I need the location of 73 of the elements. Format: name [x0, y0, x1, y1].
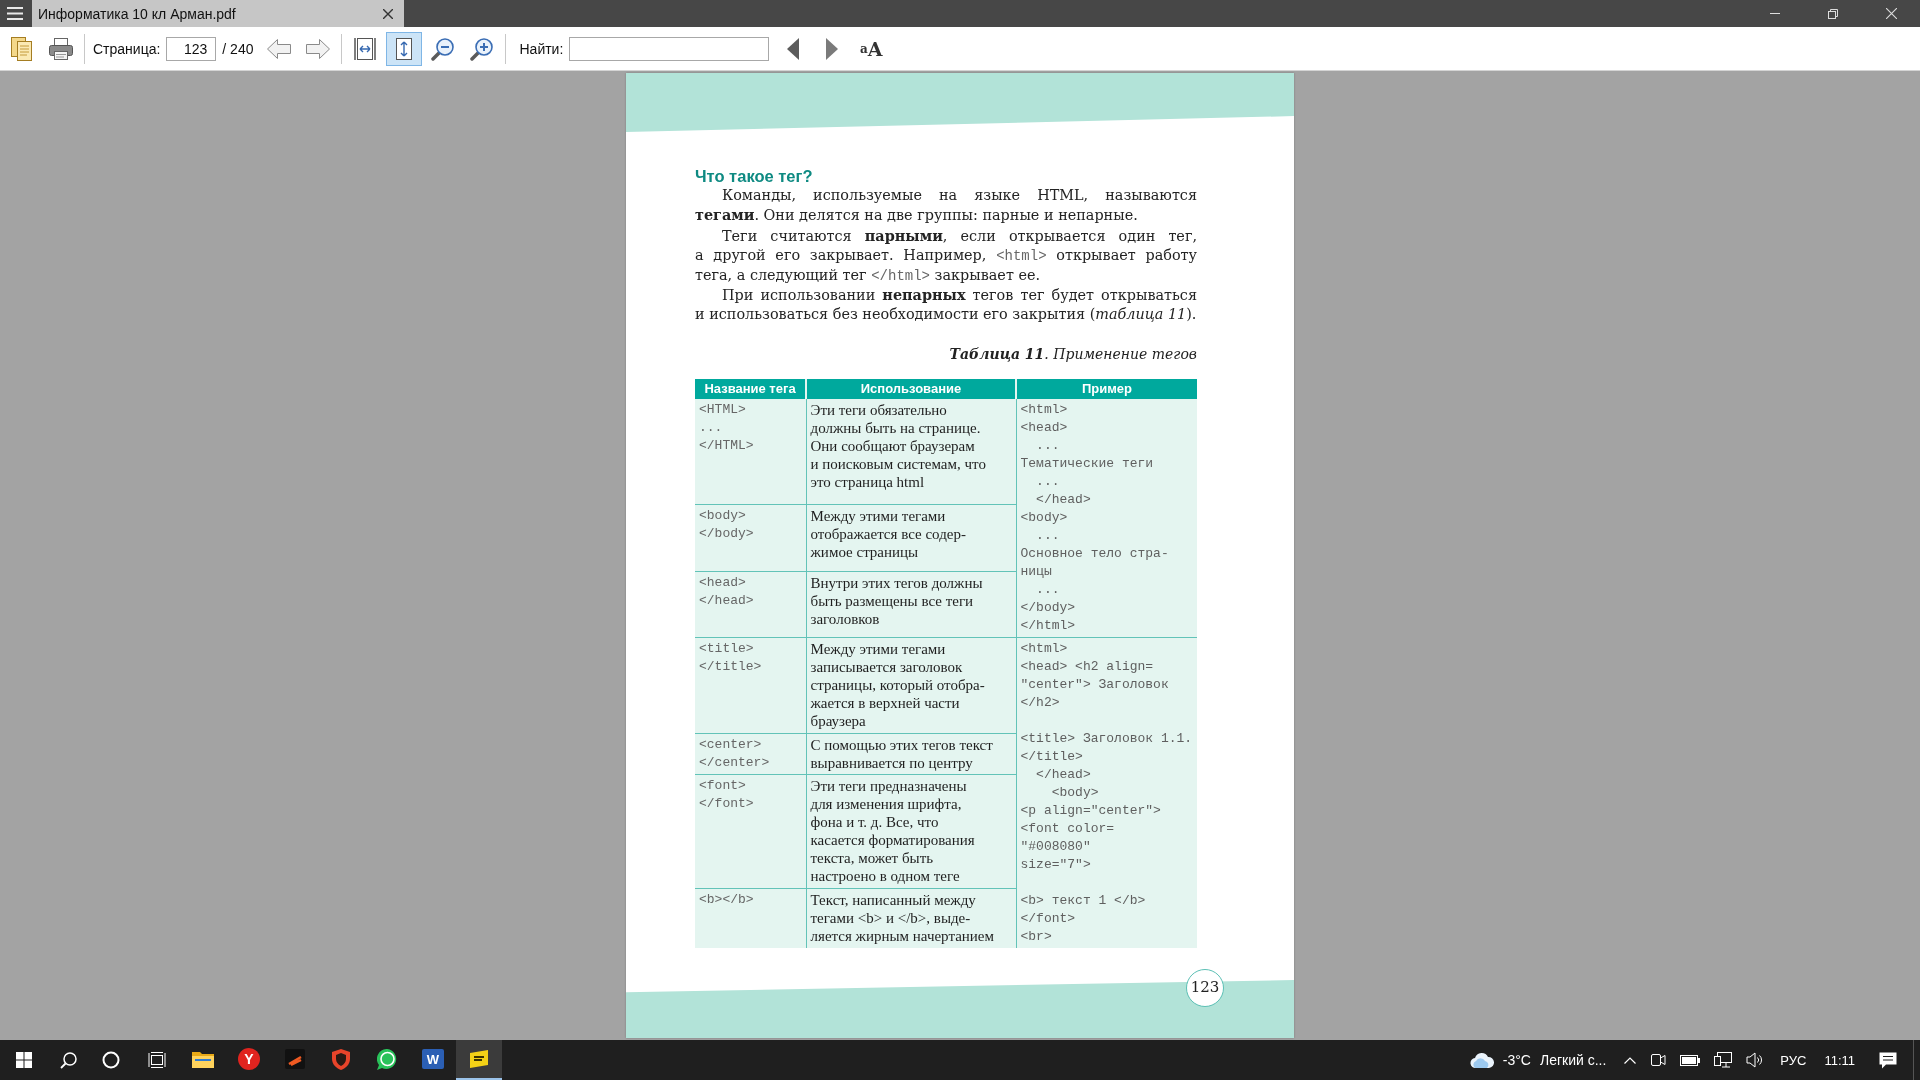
chevron-up-icon[interactable] [1624, 1056, 1637, 1064]
clock-text[interactable]: 11:11 [1824, 1052, 1855, 1068]
page-number: 123 [1186, 969, 1224, 1007]
battery-icon[interactable] [1680, 1054, 1701, 1066]
section-heading: Что такое тег? [695, 166, 814, 186]
example-cell: <html> <head> ... Тематические теги ... </head> <body> ... Основное тело стра- ницы ... </body> </html> [1016, 398, 1197, 638]
letter-logo: Y [238, 1048, 260, 1070]
start-icon [16, 1052, 32, 1068]
close-icon [383, 8, 393, 19]
tag-cell: <b></b> [695, 888, 806, 948]
paragraph: Команды, используемые на языке HTML, называются тегами. Они делятся на две группы: парные и непарные. [695, 186, 1197, 226]
folder-icon [192, 1050, 214, 1068]
zoom-out-icon [431, 36, 456, 61]
letter-logo: W [422, 1049, 444, 1069]
taskbar-app-button[interactable]: W [410, 1040, 456, 1080]
minimize-icon [1770, 13, 1780, 14]
usage-cell: Внутри этих тегов должны быть размещены все теги заголовков [806, 571, 1016, 638]
close-icon [1885, 8, 1897, 19]
speaker-icon[interactable] [1746, 1052, 1764, 1068]
language-indicator[interactable]: РУС [1780, 1052, 1807, 1068]
network-icon[interactable] [1714, 1052, 1733, 1068]
view-mode-button[interactable] [386, 31, 423, 66]
find-label: Найти: [519, 40, 564, 57]
search-icon [59, 1051, 77, 1069]
weather-text[interactable]: Легкий с... [1539, 1052, 1607, 1068]
circle-icon [102, 1051, 120, 1069]
document-tab[interactable]: Информатика 10 кл Арман.pdf [32, 0, 404, 27]
tag-cell: <title> </title> [695, 637, 806, 734]
page-number-field[interactable]: 123 [166, 36, 217, 61]
usage-cell: Между этими тегами отображается все содер- жимое страницы [806, 504, 1016, 572]
cloud-icon[interactable] [1469, 1051, 1494, 1069]
shield-icon [332, 1048, 350, 1070]
taskbar-app-button[interactable] [456, 1040, 502, 1080]
page-label: Страница: [93, 40, 161, 57]
printer-icon [48, 36, 74, 61]
right-triangle-icon [826, 37, 839, 60]
left-triangle-icon [787, 37, 800, 60]
fit-width-icon [354, 36, 377, 61]
task-view-icon [148, 1052, 166, 1068]
tag-cell: <body> </body> [695, 504, 806, 572]
chat-bubble-icon [376, 1048, 398, 1070]
camera-icon[interactable] [1650, 1052, 1667, 1068]
usage-cell: С помощью этих тегов текст выравнивается по центру [806, 733, 1016, 775]
document-tile-icon [468, 1050, 490, 1068]
match-case-button[interactable]: $^{a}$A [853, 31, 890, 66]
right-arrow-icon [305, 37, 332, 60]
menu-icon [7, 7, 23, 20]
paragraph: Теги считаются парными, если открывается один тег, а другой его закрывает. Например, <html> открывает работу тега, а следующий тег </html> закрывает ее. [695, 225, 1197, 286]
taskbar-app-button[interactable]: Y [226, 1040, 272, 1080]
table-caption: Таблица 11. Применение тегов [948, 344, 1197, 364]
tag-cell: <head> </head> [695, 571, 806, 638]
find-field[interactable] [569, 36, 770, 61]
example-cell: <html> <head> <h2 align= "center"> Заголовок </h2> <title> Заголовок 1.1. </title> </head> <body> <p align="center"> <font color= "#008080" size="7"> <b> текст 1 </b> </font> <br> [1016, 637, 1197, 948]
tag-cell: <center> </center> [695, 733, 806, 775]
left-arrow-icon [266, 37, 293, 60]
notification-icon[interactable] [1879, 1051, 1897, 1069]
usage-cell: Текст, написанный между тегами <b> и </b>, выде- ляется жирным начертанием [806, 888, 1016, 948]
tag-cell: <HTML> ... </HTML> [695, 398, 806, 505]
column-header: Использование [806, 378, 1016, 399]
temperature-text[interactable]: -3°C [1502, 1052, 1531, 1068]
column-header: Название тега [695, 378, 806, 399]
tab-title: Информатика 10 кл Арман.pdf [38, 5, 237, 22]
striped-tile-icon [285, 1049, 305, 1069]
paragraph: При использовании непарных тегов тег будет открываться и использоваться без необходимости его закрытия (таблица 11). [695, 285, 1197, 325]
documents-icon [10, 35, 34, 62]
column-header: Пример [1016, 378, 1197, 399]
restore-icon [1828, 8, 1838, 19]
page-total: / 240 [222, 40, 254, 57]
usage-cell: Эти теги предназначены для изменения шрифта, фона и т. д. Все, что касается форматирования текста, может быть настроено в одном теге [806, 774, 1016, 889]
usage-cell: Между этими тегами записывается заголовок страницы, который отобра- жается в верхней части браузера [806, 637, 1016, 734]
zoom-in-icon [470, 36, 495, 61]
usage-cell: Эти теги обязательно должны быть на странице. Они сообщают браузерам и поисковым системам, что это страница html [806, 398, 1016, 505]
tag-cell: <font> </font> [695, 774, 806, 889]
